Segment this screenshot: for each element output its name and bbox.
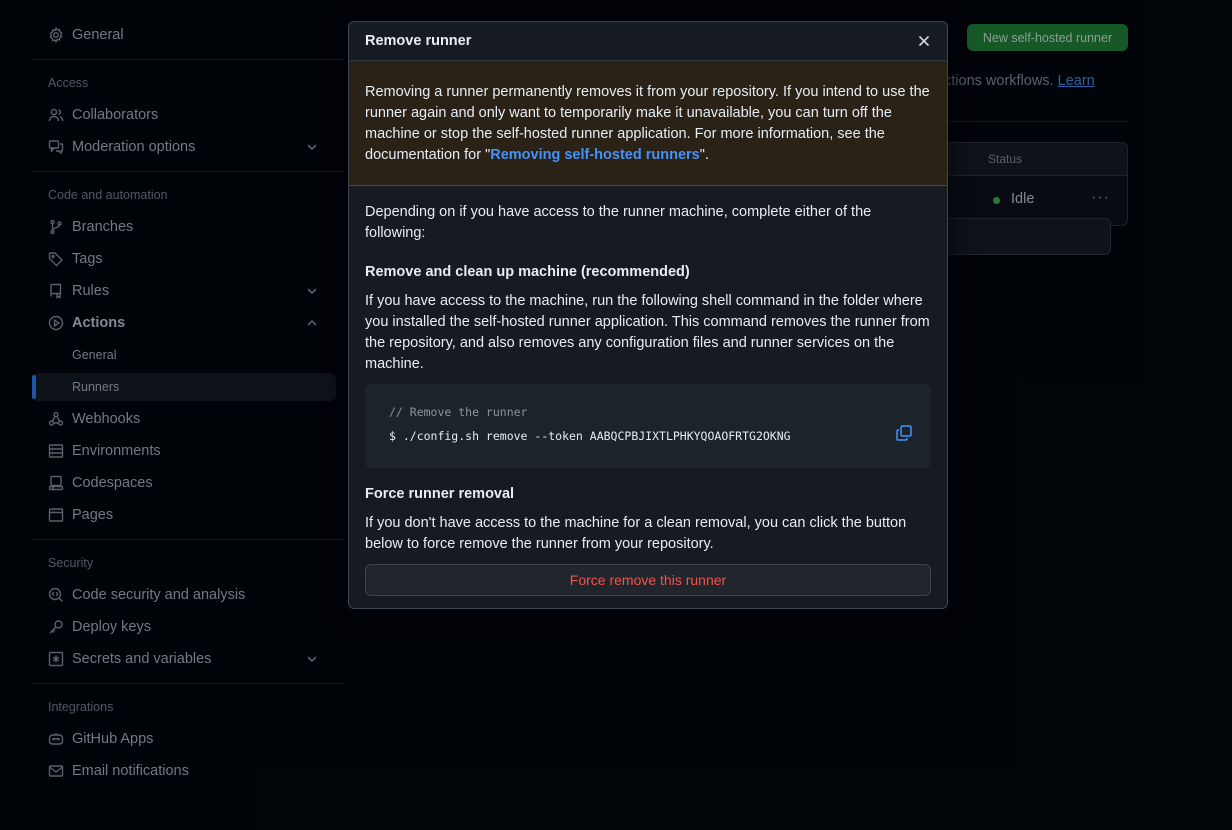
command-code-block: // Remove the runner $ ./config.sh remov… <box>365 384 931 468</box>
code-command[interactable]: $ ./config.sh remove --token AABQCPBJIXT… <box>389 429 791 443</box>
cleanup-description: If you have access to the machine, run t… <box>365 293 930 372</box>
remove-runner-dialog: Remove runner Removing a runner permanen… <box>348 21 948 609</box>
close-button[interactable] <box>915 32 933 50</box>
force-removal-heading: Force runner removal <box>365 486 515 502</box>
dialog-header: Remove runner <box>349 22 947 61</box>
force-removal-description: If you don't have access to the machine … <box>365 515 907 552</box>
copy-button[interactable] <box>895 424 913 442</box>
force-remove-button[interactable]: Force remove this runner <box>365 564 931 596</box>
dialog-intro: Depending on if you have access to the r… <box>365 204 872 241</box>
dialog-title: Remove runner <box>365 33 472 49</box>
close-icon <box>918 35 930 47</box>
warning-banner: Removing a runner permanently removes it… <box>349 61 947 186</box>
copy-icon <box>896 425 912 441</box>
warning-suffix: ". <box>699 147 709 163</box>
cleanup-heading: Remove and clean up machine (recommended… <box>365 264 690 280</box>
code-comment: // Remove the runner <box>389 405 528 419</box>
removing-runners-link[interactable]: Removing self-hosted runners <box>490 147 699 163</box>
